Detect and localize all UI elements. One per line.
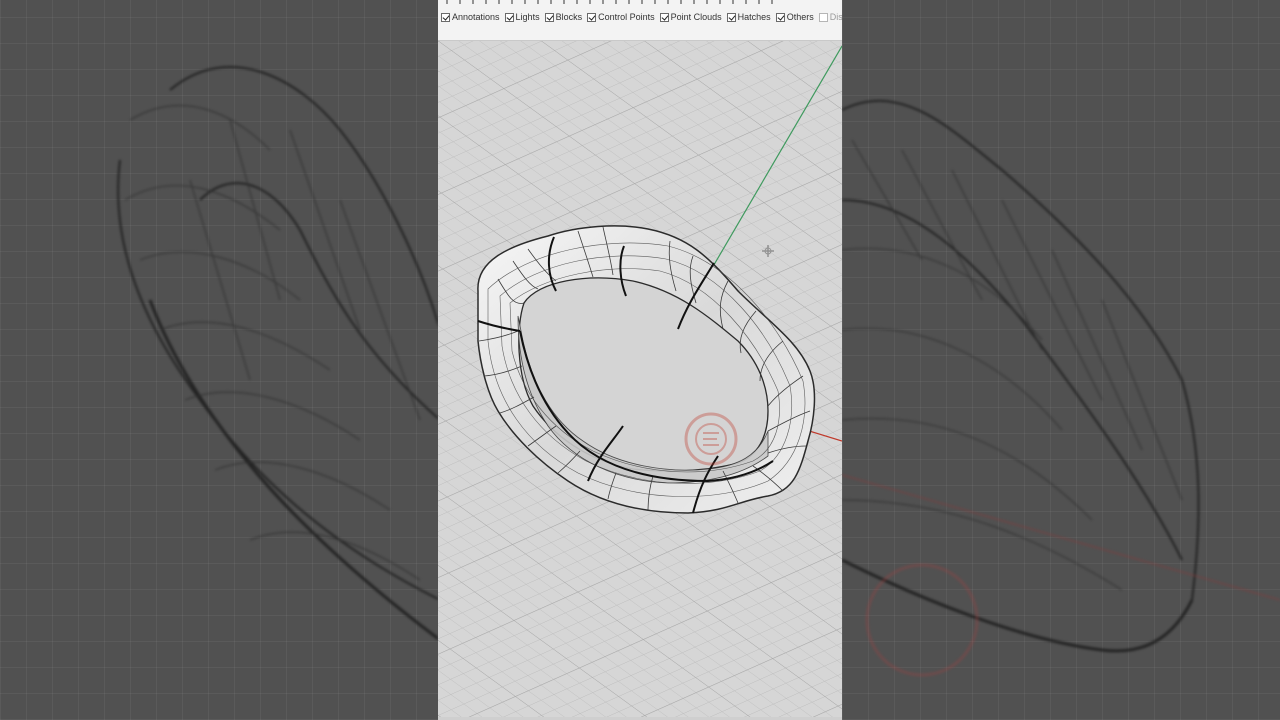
checkbox-annotations[interactable] [441, 12, 450, 22]
filter-hatches[interactable]: Hatches [726, 12, 771, 22]
ring-blur-left [117, 66, 438, 641]
viewport-canvas[interactable] [438, 41, 842, 720]
filter-annotations[interactable]: Annotations [441, 12, 500, 22]
filter-label: Disab [829, 12, 842, 22]
filter-label: Annotations [452, 12, 500, 22]
background-blur-left [0, 0, 438, 720]
checkbox-control-points[interactable] [587, 12, 597, 22]
rhino-app-window: Annotations Lights Blocks Control Points… [438, 0, 842, 720]
filter-control-points[interactable]: Control Points [587, 12, 655, 22]
checkbox-lights[interactable] [504, 12, 514, 22]
filter-lights[interactable]: Lights [504, 12, 540, 22]
filter-label: Hatches [737, 12, 771, 22]
checkbox-disabled[interactable] [818, 12, 828, 22]
checkbox-blocks[interactable] [544, 12, 554, 22]
filter-label: Point Clouds [670, 12, 722, 22]
filter-point-clouds[interactable]: Point Clouds [659, 12, 722, 22]
checkbox-hatches[interactable] [726, 12, 736, 22]
background-blur-right [842, 0, 1280, 720]
filter-label: Control Points [598, 12, 655, 22]
filter-label: Others [786, 12, 814, 22]
checkbox-point-clouds[interactable] [659, 12, 669, 22]
filter-label: Blocks [555, 12, 583, 22]
filter-disabled[interactable]: Disab [818, 12, 842, 22]
filter-blocks[interactable]: Blocks [544, 12, 583, 22]
toolbar-icon-strip [446, 0, 776, 4]
ring-blur-right [842, 99, 1280, 677]
filter-label: Lights [515, 12, 540, 22]
checkbox-others[interactable] [775, 12, 785, 22]
filter-others[interactable]: Others [775, 12, 814, 22]
perspective-viewport[interactable] [438, 41, 842, 720]
filter-checkbox-row: Annotations Lights Blocks Control Points… [441, 12, 842, 22]
display-filter-toolbar: Annotations Lights Blocks Control Points… [438, 0, 842, 41]
